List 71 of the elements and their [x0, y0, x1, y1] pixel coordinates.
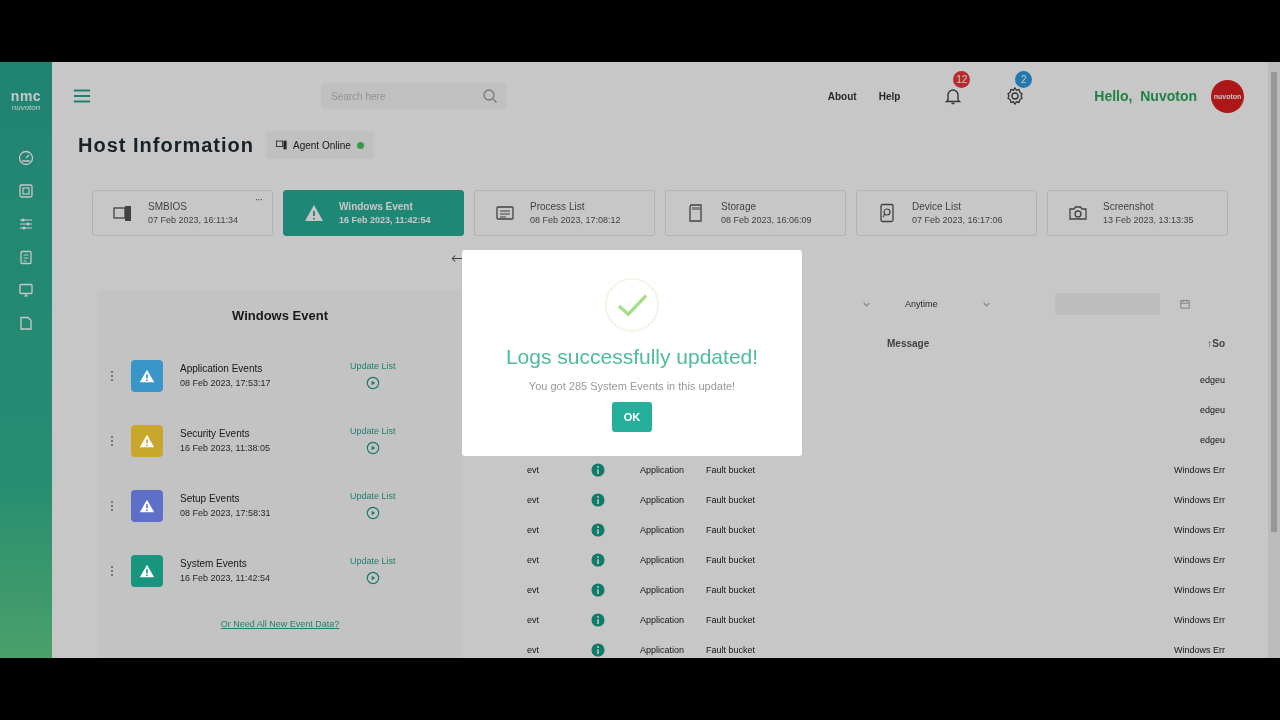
- tab-timestamp: 08 Feb 2023, 17:08:12: [530, 215, 621, 225]
- table-cell: edgeu: [1199, 374, 1225, 385]
- dialog-message: You got 285 System Events in this update!: [528, 380, 736, 392]
- table-cell: evt: [527, 464, 539, 475]
- settings-badge: 2: [1015, 71, 1033, 88]
- notification-badge: 12: [953, 71, 971, 88]
- column-header[interactable]: ↑So: [1115, 337, 1225, 349]
- table-cell: evt: [527, 494, 539, 505]
- table-cell: Windows Err: [1174, 524, 1225, 535]
- event-name: Setup Events: [180, 493, 241, 504]
- table-cell: Windows Err: [1174, 584, 1225, 595]
- logo-text: nmc: [10, 90, 42, 103]
- tab-timestamp: 08 Feb 2023, 16:06:09: [721, 215, 812, 225]
- more-menu[interactable]: ···: [255, 194, 262, 205]
- table-cell: Application: [640, 554, 685, 565]
- info-tab[interactable]: SMBIOS 07 Feb 2023, 16:11:34 ···: [92, 190, 273, 236]
- table-cell: Application: [640, 584, 685, 595]
- tab-label: SMBIOS: [148, 201, 188, 212]
- table-cell: Fault bucket: [706, 464, 756, 475]
- info-tab[interactable]: Device List 07 Feb 2023, 16:17:06: [856, 190, 1037, 236]
- table-cell: Application: [640, 464, 685, 475]
- info-tab[interactable]: Storage 08 Feb 2023, 16:06:09: [665, 190, 846, 236]
- table-cell: Application: [640, 494, 685, 505]
- agent-status-text: Agent Online: [293, 139, 351, 151]
- table-cell: evt: [527, 554, 539, 565]
- table-cell: Windows Err: [1174, 464, 1225, 475]
- table-cell: evt: [527, 584, 539, 595]
- table-cell: Fault bucket: [706, 554, 756, 565]
- tab-label: Storage: [721, 201, 758, 212]
- table-cell: Application: [640, 614, 685, 625]
- event-name: Security Events: [180, 428, 251, 439]
- nav-link[interactable]: Help: [878, 90, 901, 102]
- table-cell: Fault bucket: [706, 584, 756, 595]
- event-name: Application Events: [180, 363, 264, 374]
- table-cell: Fault bucket: [706, 524, 756, 535]
- table-cell: Windows Err: [1174, 614, 1225, 625]
- table-cell: edgeu: [1199, 404, 1225, 415]
- panel-title: Windows Event: [231, 308, 329, 323]
- table-cell: Windows Err: [1174, 554, 1225, 565]
- table-cell: Application: [640, 644, 685, 655]
- info-tab[interactable]: Process List 08 Feb 2023, 17:08:12: [474, 190, 655, 236]
- table-cell: Windows Err: [1174, 644, 1225, 655]
- table-cell: edgeu: [1199, 434, 1225, 445]
- tab-label: Process List: [530, 201, 586, 212]
- dialog-title: Logs successfully updated!: [505, 345, 759, 369]
- tab-label: Screenshot: [1103, 201, 1155, 212]
- tab-timestamp: 13 Feb 2023, 13:13:35: [1103, 215, 1194, 225]
- table-cell: Application: [640, 524, 685, 535]
- event-timestamp: 16 Feb 2023, 11:38:05: [180, 443, 271, 453]
- table-cell: evt: [527, 644, 539, 655]
- info-tab[interactable]: Screenshot 13 Feb 2023, 13:13:35: [1047, 190, 1228, 236]
- logo-subtext: nuvoton: [11, 103, 41, 113]
- table-cell: evt: [527, 524, 539, 535]
- page-title: Host Information: [78, 133, 254, 157]
- tab-label: Device List: [912, 201, 962, 212]
- event-timestamp: 16 Feb 2023, 11:42:54: [180, 573, 271, 583]
- tab-label: Windows Event: [339, 201, 414, 212]
- table-cell: Fault bucket: [706, 644, 756, 655]
- greeting-text: Hello, Nuvoton: [1094, 88, 1197, 104]
- table-cell: Fault bucket: [706, 614, 756, 625]
- column-header[interactable]: Message: [848, 337, 1115, 349]
- tab-timestamp: 07 Feb 2023, 16:17:06: [912, 215, 1003, 225]
- table-cell: Windows Err: [1174, 494, 1225, 505]
- tab-timestamp: 16 Feb 2023, 11:42:54: [339, 215, 431, 225]
- nav-link[interactable]: About: [827, 90, 857, 102]
- event-timestamp: 08 Feb 2023, 17:53:17: [180, 378, 272, 388]
- event-name: System Events: [180, 558, 248, 569]
- event-timestamp: 08 Feb 2023, 17:58:31: [180, 508, 272, 518]
- table-cell: evt: [527, 614, 539, 625]
- table-cell: Fault bucket: [706, 494, 756, 505]
- tab-timestamp: 07 Feb 2023, 16:11:34: [148, 215, 238, 225]
